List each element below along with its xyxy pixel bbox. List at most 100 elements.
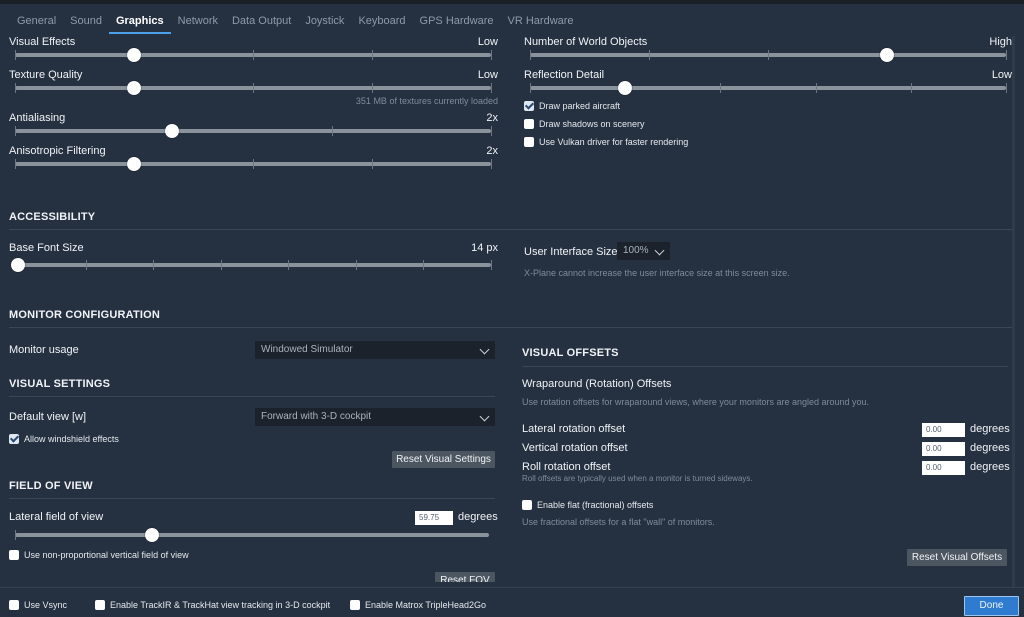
- roll-offset-unit: degrees: [970, 461, 1010, 473]
- ui-size-hint: X-Plane cannot increase the user interfa…: [524, 268, 790, 278]
- accessibility-heading: ACCESSIBILITY: [9, 211, 96, 223]
- texture-quality-value: Low: [477, 69, 498, 81]
- parked-aircraft-checkbox[interactable]: Draw parked aircraft: [524, 101, 620, 111]
- divider: [9, 396, 495, 397]
- slider-tick: [491, 126, 492, 136]
- base-font-size-label: Base Font Size: [9, 242, 84, 254]
- roll-offset-input[interactable]: 0.00: [922, 461, 965, 475]
- divider: [9, 498, 495, 499]
- tab-graphics[interactable]: Graphics: [108, 14, 171, 34]
- tab-joystick[interactable]: Joystick: [298, 14, 351, 34]
- monitor-usage-value: Windowed Simulator: [261, 344, 353, 355]
- texture-quality-slider[interactable]: [15, 81, 492, 95]
- slider-thumb[interactable]: [880, 48, 894, 62]
- matrox-checkbox[interactable]: Enable Matrox TripleHead2Go: [350, 600, 486, 610]
- slider-thumb[interactable]: [127, 81, 141, 95]
- divider: [522, 366, 1008, 367]
- flat-offsets-label: Enable flat (fractional) offsets: [537, 500, 654, 510]
- slider-thumb[interactable]: [145, 528, 160, 542]
- roll-offset-hint: Roll offsets are typically used when a m…: [522, 474, 753, 483]
- vulkan-checkbox[interactable]: Use Vulkan driver for faster rendering: [524, 137, 688, 147]
- slider-tick: [530, 83, 531, 93]
- slider-thumb[interactable]: [11, 258, 25, 272]
- slider-thumb[interactable]: [618, 81, 633, 95]
- checkbox-checked-icon: [524, 101, 534, 111]
- slider-tick: [253, 83, 254, 93]
- checkbox-unchecked-icon: [9, 600, 19, 610]
- slider-thumb[interactable]: [127, 157, 141, 171]
- slider-tick: [768, 50, 769, 60]
- tab-keyboard[interactable]: Keyboard: [351, 14, 412, 34]
- tab-gps-hardware[interactable]: GPS Hardware: [413, 14, 501, 34]
- checkbox-checked-icon: [9, 434, 19, 444]
- ui-size-value: 100%: [623, 245, 649, 256]
- tab-network[interactable]: Network: [171, 14, 225, 34]
- reflection-slider[interactable]: [530, 81, 1007, 95]
- antialiasing-slider[interactable]: [15, 124, 492, 138]
- shadows-checkbox[interactable]: Draw shadows on scenery: [524, 119, 645, 129]
- lateral-fov-input[interactable]: 59.75: [415, 511, 453, 525]
- slider-tick: [288, 260, 290, 270]
- anisotropic-value: 2x: [486, 145, 498, 157]
- monitor-usage-label: Monitor usage: [9, 344, 79, 356]
- texture-quality-label: Texture Quality: [9, 69, 83, 81]
- vertical-offset-unit: degrees: [970, 442, 1010, 454]
- default-view-dropdown[interactable]: Forward with 3-D cockpit: [255, 408, 495, 426]
- trackir-checkbox[interactable]: Enable TrackIR & TrackHat view tracking …: [95, 600, 330, 610]
- slider-thumb[interactable]: [127, 48, 141, 62]
- default-view-label: Default view [w]: [9, 411, 87, 423]
- slider-tick: [15, 530, 16, 540]
- world-objects-value: High: [989, 36, 1012, 48]
- slider-tick: [530, 50, 531, 60]
- visual-effects-label: Visual Effects: [9, 36, 76, 48]
- slider-tick: [220, 260, 222, 270]
- checkbox-unchecked-icon: [95, 600, 105, 610]
- wraparound-description: Use rotation offsets for wraparound view…: [522, 397, 870, 407]
- tab-sound[interactable]: Sound: [63, 14, 109, 34]
- ui-size-dropdown[interactable]: 100%: [617, 242, 670, 260]
- tab-general[interactable]: General: [10, 14, 63, 34]
- flat-offsets-hint: Use fractional offsets for a flat "wall"…: [522, 517, 715, 527]
- slider-tick: [423, 260, 425, 270]
- chevron-down-icon: [654, 245, 665, 256]
- anisotropic-slider[interactable]: [15, 157, 492, 171]
- slider-tick: [153, 260, 155, 270]
- vsync-checkbox[interactable]: Use Vsync: [9, 600, 67, 610]
- windshield-label: Allow windshield effects: [24, 434, 119, 444]
- flat-offsets-checkbox[interactable]: Enable flat (fractional) offsets: [522, 500, 653, 510]
- world-objects-slider[interactable]: [530, 48, 1007, 62]
- monitor-usage-dropdown[interactable]: Windowed Simulator: [255, 341, 495, 359]
- wraparound-subtitle: Wraparound (Rotation) Offsets: [522, 378, 672, 390]
- matrox-label: Enable Matrox TripleHead2Go: [365, 600, 487, 610]
- slider-thumb[interactable]: [165, 124, 180, 138]
- done-button[interactable]: Done: [964, 596, 1019, 616]
- trackir-label: Enable TrackIR & TrackHat view tracking …: [110, 600, 331, 610]
- tab-data-output[interactable]: Data Output: [225, 14, 298, 34]
- tab-vr-hardware[interactable]: VR Hardware: [501, 14, 581, 34]
- scrollbar[interactable]: [1012, 36, 1015, 591]
- windshield-checkbox[interactable]: Allow windshield effects: [9, 434, 119, 444]
- slider-tick: [649, 50, 650, 60]
- lateral-fov-slider[interactable]: [15, 528, 489, 542]
- slider-tick: [253, 50, 254, 60]
- lateral-offset-input[interactable]: 0.00: [922, 423, 965, 437]
- reset-visual-settings-button[interactable]: Reset Visual Settings: [392, 451, 495, 468]
- checkbox-unchecked-icon: [524, 119, 534, 129]
- default-view-value: Forward with 3-D cockpit: [261, 411, 372, 422]
- roll-offset-label: Roll rotation offset: [522, 461, 611, 473]
- lateral-fov-label: Lateral field of view: [9, 511, 104, 523]
- reset-visual-offsets-button[interactable]: Reset Visual Offsets: [907, 549, 1007, 566]
- slider-tick: [491, 50, 492, 60]
- checkbox-unchecked-icon: [522, 500, 532, 510]
- vertical-offset-input[interactable]: 0.00: [922, 442, 965, 456]
- world-objects-label: Number of World Objects: [524, 36, 648, 48]
- slider-tick: [372, 159, 373, 169]
- settings-window: General Sound Graphics Network Data Output Jo…: [0, 4, 1024, 617]
- ui-size-label: User Interface Size: [524, 246, 618, 258]
- visual-effects-slider[interactable]: [15, 48, 492, 62]
- nonprop-vfov-checkbox[interactable]: Use non-proportional vertical field of v…: [9, 550, 189, 560]
- reset-fov-button[interactable]: Reset FOV: [435, 572, 495, 582]
- parked-aircraft-label: Draw parked aircraft: [539, 101, 621, 111]
- slider-track: [15, 129, 491, 133]
- base-font-size-slider[interactable]: [11, 258, 492, 272]
